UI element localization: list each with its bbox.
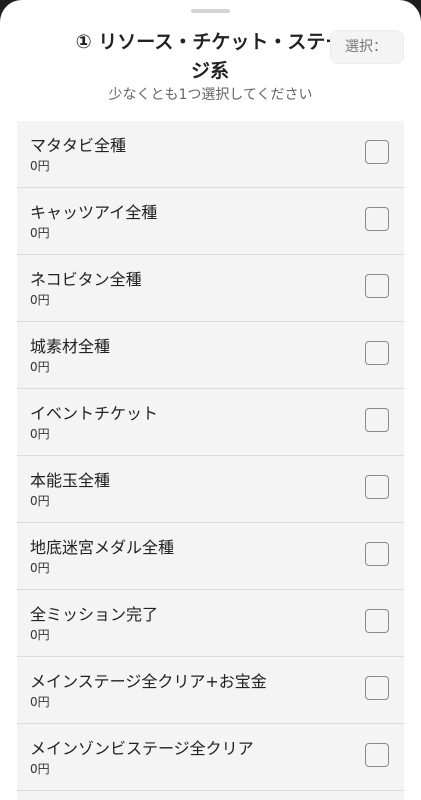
item-price: 0円 bbox=[30, 427, 50, 441]
item-price: 0円 bbox=[30, 159, 50, 173]
item-name: キャッツアイ全種 bbox=[30, 203, 158, 222]
item-name: ネコビタン全種 bbox=[30, 270, 142, 289]
list-item[interactable]: ネコビタン全種 0円 bbox=[17, 255, 404, 322]
drag-handle[interactable] bbox=[191, 9, 230, 13]
item-checkbox[interactable] bbox=[365, 408, 389, 432]
sheet-header: ① リソース・チケット・ステージ系 bbox=[70, 28, 350, 86]
item-name: マタタビ全種 bbox=[30, 136, 127, 155]
item-checkbox[interactable] bbox=[365, 341, 389, 365]
item-name: 本能玉全種 bbox=[30, 471, 111, 490]
item-checkbox[interactable] bbox=[365, 140, 389, 164]
item-price: 0円 bbox=[30, 360, 50, 374]
item-name: メインステージ全クリア+お宝金 bbox=[30, 672, 267, 691]
item-checkbox[interactable] bbox=[365, 676, 389, 700]
item-checkbox[interactable] bbox=[365, 274, 389, 298]
item-name: メインゾンビステージ全クリア bbox=[30, 739, 254, 758]
item-checkbox[interactable] bbox=[365, 207, 389, 231]
bottom-sheet: ① リソース・チケット・ステージ系 少なくとも1つ選択してください 選択： マタ… bbox=[0, 0, 421, 800]
list-item[interactable]: 城素材全種 0円 bbox=[17, 322, 404, 389]
item-checkbox[interactable] bbox=[365, 542, 389, 566]
list-item[interactable]: 本能玉全種 0円 bbox=[17, 456, 404, 523]
list-item[interactable]: メインステージ全クリア+お宝金 0円 bbox=[17, 657, 404, 724]
item-price: 0円 bbox=[30, 628, 50, 642]
list-item[interactable]: 全ミッション完了 0円 bbox=[17, 590, 404, 657]
item-checkbox[interactable] bbox=[365, 609, 389, 633]
item-name: 城素材全種 bbox=[30, 337, 111, 356]
item-price: 0円 bbox=[30, 293, 50, 307]
item-price: 0円 bbox=[30, 695, 50, 709]
item-checkbox[interactable] bbox=[365, 475, 389, 499]
selected-count-button[interactable]: 選択： bbox=[330, 30, 404, 64]
sheet-subtitle: 少なくとも1つ選択してください bbox=[108, 87, 313, 103]
list-item[interactable]: メインゾンビステージ全クリア 0円 bbox=[17, 724, 404, 791]
item-name: イベントチケット bbox=[30, 404, 159, 423]
list-item[interactable]: イベントチケット 0円 bbox=[17, 389, 404, 456]
item-checkbox[interactable] bbox=[365, 743, 389, 767]
option-list: マタタビ全種 0円 キャッツアイ全種 0円 ネコビタン全種 0円 城素材全種 0… bbox=[17, 121, 404, 800]
item-name: 地底迷宮メダル全種 bbox=[30, 538, 175, 557]
item-price: 0円 bbox=[30, 561, 50, 575]
list-item[interactable]: キャッツアイ全種 0円 bbox=[17, 188, 404, 255]
item-price: 0円 bbox=[30, 494, 50, 508]
list-item[interactable]: 地底迷宮メダル全種 0円 bbox=[17, 523, 404, 590]
item-price: 0円 bbox=[30, 762, 50, 776]
item-price: 0円 bbox=[30, 226, 50, 240]
list-item[interactable]: マタタビ全種 0円 bbox=[17, 121, 404, 188]
item-name: 全ミッション完了 bbox=[30, 605, 159, 624]
sheet-title: ① リソース・チケット・ステージ系 bbox=[75, 31, 345, 82]
